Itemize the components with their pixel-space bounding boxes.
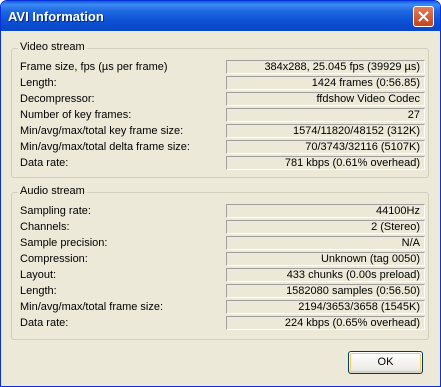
close-icon — [418, 11, 429, 22]
row-label: Min/avg/max/total delta frame size: — [20, 141, 190, 153]
row-label: Compression: — [20, 253, 88, 265]
row-value: 781 kbps (0.61% overhead) — [226, 156, 425, 170]
row-value: 224 kbps (0.65% overhead) — [226, 316, 425, 330]
row-label: Data rate: — [20, 317, 69, 329]
row-label: Sampling rate: — [20, 205, 91, 217]
row-label: Layout: — [20, 269, 57, 281]
row-label: Decompressor: — [20, 93, 95, 105]
row-value: 384x288, 25.045 fps (39929 µs) — [226, 60, 425, 74]
row-value: 433 chunks (0.00s preload) — [226, 268, 425, 282]
row-value: 44100Hz — [226, 204, 425, 218]
row-value: 1574/11820/48152 (312K) — [226, 124, 425, 138]
video-stream-group: Video stream Frame size, fps (µs per fra… — [11, 41, 429, 178]
row-value: Unknown (tag 0050) — [226, 252, 425, 266]
avi-information-dialog: AVI Information Video stream Frame size,… — [0, 0, 441, 387]
row-label: Length: — [20, 77, 57, 89]
row-value: ffdshow Video Codec — [226, 92, 425, 106]
row-value: 2 (Stereo) — [226, 220, 425, 234]
close-button[interactable] — [413, 6, 434, 27]
dialog-body: Video stream Frame size, fps (µs per fra… — [4, 31, 437, 383]
row-value: 1424 frames (0:56.85) — [226, 76, 425, 90]
row-label: Data rate: — [20, 157, 69, 169]
row-label: Channels: — [20, 221, 70, 233]
video-stream-heading: Video stream — [18, 41, 87, 53]
row-label: Frame size, fps (µs per frame) — [20, 61, 168, 73]
row-value: 70/3743/32116 (5107K) — [226, 140, 425, 154]
row-label: Min/avg/max/total frame size: — [20, 301, 164, 313]
ok-button[interactable]: OK — [348, 351, 423, 374]
row-value: 1582080 samples (0:56.50) — [226, 284, 425, 298]
row-label: Number of key frames: — [20, 109, 132, 121]
title-bar[interactable]: AVI Information — [1, 1, 440, 31]
row-label: Min/avg/max/total key frame size: — [20, 125, 184, 137]
row-value: N/A — [226, 236, 425, 250]
row-value: 27 — [226, 108, 425, 122]
ok-button-label: OK — [377, 356, 394, 368]
audio-stream-group: Audio stream Sampling rate: 44100Hz Chan… — [11, 185, 429, 340]
window-title: AVI Information — [8, 9, 104, 24]
row-value: 2194/3653/3658 (1545K) — [226, 300, 425, 314]
row-label: Length: — [20, 285, 57, 297]
row-label: Sample precision: — [20, 237, 108, 249]
audio-stream-heading: Audio stream — [18, 185, 87, 197]
